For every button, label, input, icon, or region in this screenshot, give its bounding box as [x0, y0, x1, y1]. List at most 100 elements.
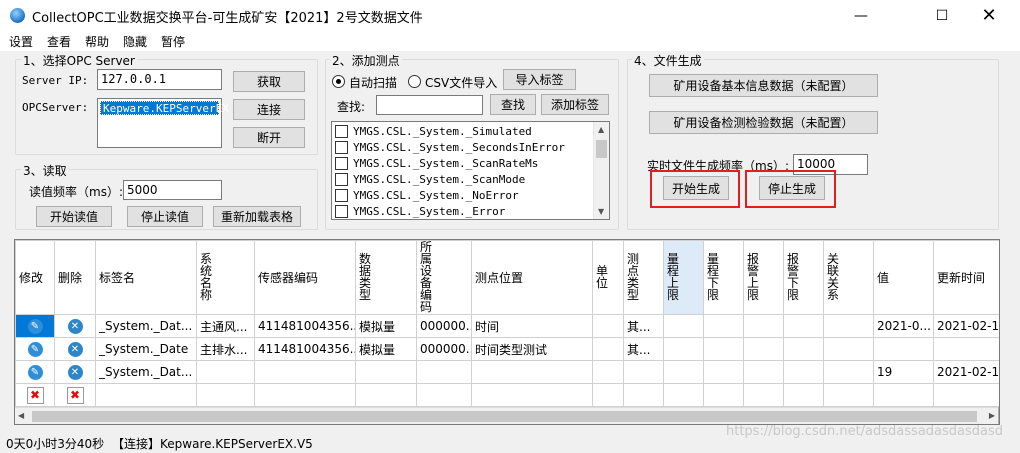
table-cell[interactable]: 2021-02-18 [933, 314, 999, 338]
auto-scan-radio[interactable] [332, 75, 345, 88]
inspection-data-button[interactable]: 矿用设备检测检验数据（未配置） [649, 111, 878, 134]
table-cell[interactable]: 其... [623, 314, 664, 338]
column-header[interactable]: 删除 [54, 240, 96, 315]
table-cell[interactable] [823, 314, 874, 338]
table-cell[interactable]: _System._Dat... [95, 360, 197, 384]
menu-pause[interactable]: 暂停 [161, 33, 185, 50]
menu-view[interactable]: 查看 [47, 33, 71, 50]
start-gen-button[interactable]: 开始生成 [663, 176, 729, 200]
table-cell[interactable]: 2021-0... [873, 314, 934, 338]
tag-list-scrollbar[interactable]: ▲ ▼ [593, 122, 609, 219]
table-cell[interactable] [783, 360, 824, 384]
tag-checkbox[interactable] [335, 125, 348, 138]
column-header[interactable]: 单位 [592, 240, 624, 315]
table-cell[interactable] [743, 314, 784, 338]
table-cell[interactable]: 19 [873, 360, 934, 384]
column-header[interactable]: 测点位置 [471, 240, 593, 315]
csv-import-radio[interactable] [408, 75, 421, 88]
delete-icon[interactable]: ✕ [67, 319, 83, 335]
column-header[interactable]: 测点类型 [623, 240, 664, 315]
table-cell[interactable] [623, 360, 664, 384]
table-cell[interactable] [355, 360, 417, 384]
table-cell[interactable]: 时间类型测试 [471, 337, 593, 361]
table-cell[interactable]: 000000... [416, 314, 472, 338]
table-cell[interactable]: 411481004356... [254, 314, 356, 338]
table-cell[interactable]: 2021-02-18 [933, 360, 999, 384]
disconnect-button[interactable]: 断开 [233, 127, 305, 148]
table-cell[interactable] [663, 337, 704, 361]
table-cell[interactable] [783, 337, 824, 361]
table-cell[interactable]: 模拟量 [355, 337, 417, 361]
table-cell[interactable] [196, 360, 255, 384]
table-cell[interactable] [254, 360, 356, 384]
delete-icon[interactable]: ✕ [67, 365, 83, 381]
table-cell[interactable] [703, 360, 744, 384]
tag-checkbox[interactable] [335, 205, 348, 218]
basic-info-button[interactable]: 矿用设备基本信息数据（未配置） [649, 74, 878, 97]
table-cell[interactable] [823, 360, 874, 384]
table-cell[interactable] [873, 337, 934, 361]
column-header[interactable]: 报警上限 [743, 240, 784, 315]
tag-list-item[interactable]: YMGS.CSL._System._Simulated [332, 124, 594, 140]
column-header[interactable]: 传感器编码 [254, 240, 356, 315]
opcserver-list[interactable]: Kepware.KEPServerEX [97, 98, 229, 148]
column-header[interactable]: 量程上限 [663, 240, 704, 315]
column-header[interactable]: 所属设备编码 [416, 240, 472, 315]
get-button[interactable]: 获取 [233, 71, 305, 92]
table-cell[interactable]: 时间 [471, 314, 593, 338]
column-header[interactable]: 值 [873, 240, 934, 315]
tag-checkbox[interactable] [335, 157, 348, 170]
table-cell[interactable] [663, 360, 704, 384]
delete-icon[interactable]: ✕ [67, 342, 83, 358]
add-tag-button[interactable]: 添加标签 [541, 94, 609, 115]
tag-checkbox[interactable] [335, 141, 348, 154]
server-ip-input[interactable]: 127.0.0.1 [97, 69, 222, 90]
column-header[interactable]: 报警下限 [783, 240, 824, 315]
minimize-icon[interactable]: — [838, 0, 884, 31]
connect-button[interactable]: 连接 [233, 99, 305, 120]
table-cell[interactable] [416, 360, 472, 384]
column-header[interactable]: 数据类型 [355, 240, 417, 315]
close-icon[interactable]: ✕ [966, 0, 1012, 31]
column-header[interactable]: 更新时间 [933, 240, 999, 315]
new-row-edit-icon[interactable]: ✖ [26, 386, 44, 404]
column-header[interactable]: 修改 [15, 240, 55, 315]
new-row-delete-icon[interactable]: ✖ [66, 386, 84, 404]
table-cell[interactable] [592, 337, 624, 361]
table-cell[interactable]: _System._Date [95, 337, 197, 361]
table-cell[interactable] [933, 337, 999, 361]
reload-table-button[interactable]: 重新加载表格 [213, 206, 301, 227]
table-cell[interactable] [783, 314, 824, 338]
table-cell[interactable] [703, 314, 744, 338]
table-cell[interactable] [471, 360, 593, 384]
table-cell[interactable]: 411481004356... [254, 337, 356, 361]
menu-help[interactable]: 帮助 [85, 33, 109, 50]
tag-list-item[interactable]: YMGS.CSL._System._NoError [332, 188, 594, 204]
table-cell[interactable]: 000000... [416, 337, 472, 361]
table-cell[interactable]: _System._Dat... [95, 314, 197, 338]
read-freq-input[interactable]: 5000 [123, 180, 222, 200]
tag-list-item[interactable]: YMGS.CSL._System._Error [332, 204, 594, 219]
stop-gen-button[interactable]: 停止生成 [759, 176, 825, 200]
column-header[interactable]: 系统名称 [196, 240, 255, 315]
menu-settings[interactable]: 设置 [9, 33, 33, 50]
column-header[interactable]: 关联关系 [823, 240, 874, 315]
tag-list[interactable]: YMGS.CSL._System._Simulated YMGS.CSL._Sys… [331, 121, 610, 220]
edit-icon[interactable]: ✎ [27, 342, 43, 358]
tag-checkbox[interactable] [335, 173, 348, 186]
tag-list-item[interactable]: YMGS.CSL._System._SecondsInError [332, 140, 594, 156]
table-cell[interactable]: 主通风... [196, 314, 255, 338]
edit-icon[interactable]: ✎ [27, 365, 43, 381]
grid-horizontal-scrollbar[interactable]: ◀ ▶ [15, 407, 998, 424]
stop-read-button[interactable]: 停止读值 [127, 206, 203, 227]
find-button[interactable]: 查找 [490, 94, 536, 115]
table-row[interactable]: ✎ ✕ _System._Dat... 19 2021-02-18 [15, 360, 999, 384]
edit-icon[interactable]: ✎ [27, 319, 43, 335]
table-cell[interactable]: 主排水... [196, 337, 255, 361]
table-cell[interactable] [743, 360, 784, 384]
menu-hide[interactable]: 隐藏 [123, 33, 147, 50]
table-cell[interactable] [663, 314, 704, 338]
table-cell[interactable] [703, 337, 744, 361]
table-cell[interactable] [823, 337, 874, 361]
table-cell[interactable]: 其... [623, 337, 664, 361]
